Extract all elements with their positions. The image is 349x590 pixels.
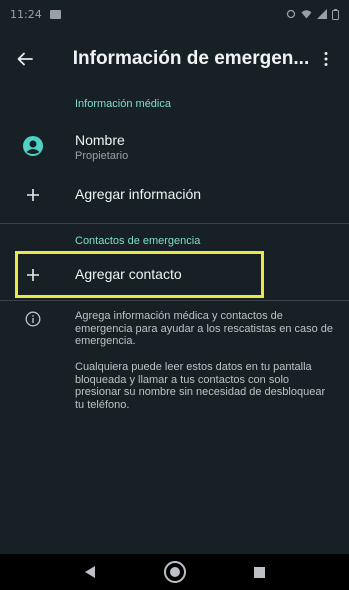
name-value: Propietario xyxy=(75,150,129,162)
nav-recents-icon[interactable] xyxy=(253,566,266,579)
name-row[interactable]: Nombre Propietario xyxy=(0,128,349,168)
status-bar: 11:24 xyxy=(0,0,349,28)
name-label: Nombre xyxy=(75,132,125,148)
medical-info-header: Información médica xyxy=(75,98,171,110)
section-divider xyxy=(0,223,349,224)
more-vert-icon xyxy=(324,52,328,66)
notification-icon xyxy=(49,9,61,19)
nav-back-icon[interactable] xyxy=(83,565,97,579)
highlight-box xyxy=(15,251,264,298)
status-time: 11:24 xyxy=(10,7,42,21)
nav-home-icon[interactable] xyxy=(163,560,187,584)
status-left: 11:24 xyxy=(10,8,61,21)
back-button[interactable] xyxy=(0,34,51,84)
info-icon xyxy=(20,306,46,332)
more-options-button[interactable] xyxy=(312,34,341,84)
add-info-row[interactable]: Agregar información xyxy=(0,178,349,212)
signal-icon xyxy=(317,9,327,19)
info-paragraph-1: Agrega información médica y contactos de… xyxy=(75,310,334,347)
add-info-label: Agregar información xyxy=(75,186,202,202)
page-title: Información de emergen... xyxy=(72,48,310,69)
wifi-icon xyxy=(301,10,312,19)
app-bar: Información de emergen... xyxy=(0,34,349,84)
battery-icon xyxy=(332,8,339,20)
account-icon xyxy=(20,133,46,159)
alarm-icon xyxy=(286,9,296,19)
status-right xyxy=(286,8,339,20)
plus-icon xyxy=(20,182,46,208)
arrow-left-icon xyxy=(17,52,34,66)
emergency-contacts-header: Contactos de emergencia xyxy=(75,235,201,247)
navigation-bar xyxy=(0,554,349,590)
footer-divider xyxy=(0,300,349,301)
info-paragraph-2: Cualquiera puede leer estos datos en tu … xyxy=(75,361,326,411)
